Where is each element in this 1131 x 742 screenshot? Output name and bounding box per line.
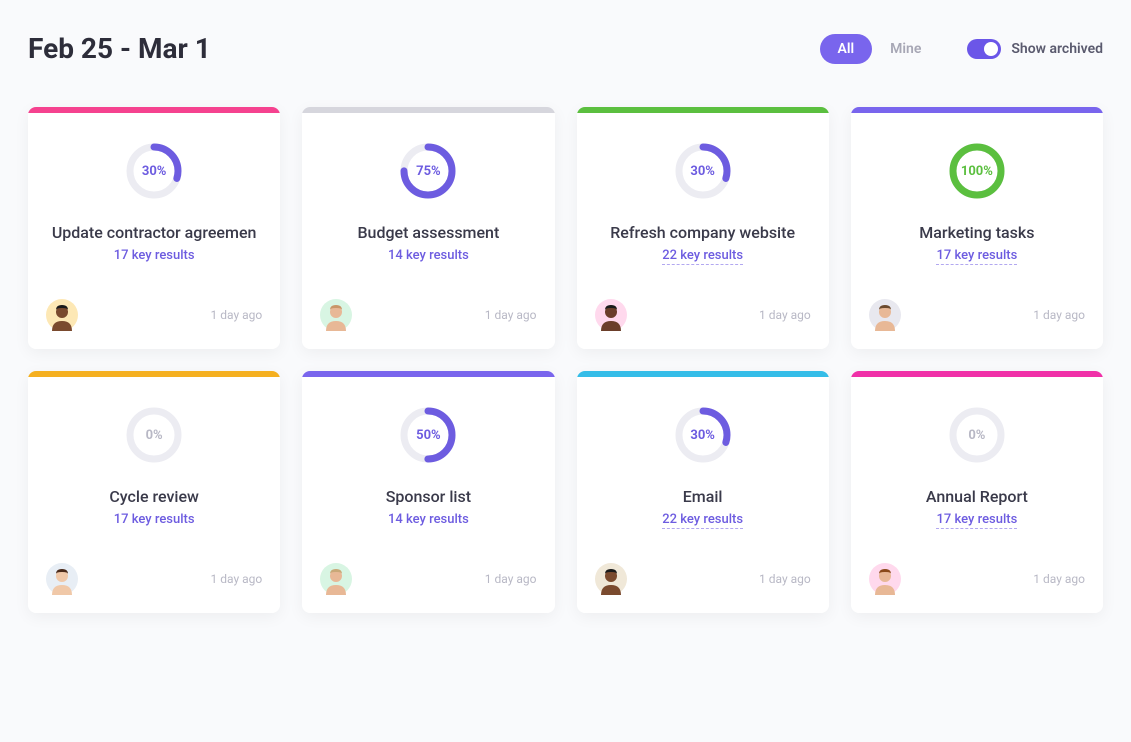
card-footer: 1 day ago [577, 563, 829, 613]
card-timestamp: 1 day ago [1033, 572, 1085, 586]
card-footer: 1 day ago [851, 299, 1103, 349]
card-footer: 1 day ago [302, 563, 554, 613]
card-timestamp: 1 day ago [759, 308, 811, 322]
progress-text: 75% [398, 141, 458, 201]
card-title: Marketing tasks [919, 223, 1034, 242]
card-timestamp: 1 day ago [759, 572, 811, 586]
objective-card[interactable]: 30% Email 22 key results 1 day ago [577, 371, 829, 613]
card-body: 30% Update contractor agreemen 17 key re… [28, 113, 280, 299]
progress-ring: 100% [947, 141, 1007, 201]
avatar[interactable] [46, 563, 78, 595]
card-timestamp: 1 day ago [211, 308, 263, 322]
card-key-results[interactable]: 22 key results [662, 512, 743, 529]
card-key-results[interactable]: 17 key results [936, 248, 1017, 265]
card-footer: 1 day ago [577, 299, 829, 349]
progress-ring: 30% [673, 405, 733, 465]
card-title: Update contractor agreemen [52, 223, 257, 242]
progress-text: 100% [947, 141, 1007, 201]
card-key-results: 14 key results [388, 512, 469, 527]
progress-text: 0% [947, 405, 1007, 465]
card-key-results[interactable]: 22 key results [662, 248, 743, 265]
card-footer: 1 day ago [851, 563, 1103, 613]
card-key-results[interactable]: 17 key results [936, 512, 1017, 529]
header-controls: All Mine Show archived [820, 34, 1104, 64]
avatar[interactable] [869, 563, 901, 595]
avatar[interactable] [595, 299, 627, 331]
card-footer: 1 day ago [302, 299, 554, 349]
date-range-title: Feb 25 - Mar 1 [28, 32, 211, 65]
card-timestamp: 1 day ago [485, 572, 537, 586]
card-timestamp: 1 day ago [211, 572, 263, 586]
progress-text: 30% [124, 141, 184, 201]
filter-all-button[interactable]: All [820, 34, 873, 64]
progress-text: 30% [673, 405, 733, 465]
objective-card[interactable]: 30% Refresh company website 22 key resul… [577, 107, 829, 349]
card-title: Cycle review [109, 487, 199, 506]
card-title: Refresh company website [610, 223, 795, 242]
progress-text: 50% [398, 405, 458, 465]
card-body: 30% Email 22 key results [577, 377, 829, 563]
card-timestamp: 1 day ago [485, 308, 537, 322]
avatar[interactable] [869, 299, 901, 331]
archived-toggle-label: Show archived [1011, 41, 1103, 57]
avatar[interactable] [320, 563, 352, 595]
progress-text: 30% [673, 141, 733, 201]
progress-ring: 50% [398, 405, 458, 465]
card-timestamp: 1 day ago [1033, 308, 1085, 322]
card-footer: 1 day ago [28, 563, 280, 613]
archived-toggle-wrap: Show archived [967, 39, 1103, 59]
card-title: Budget assessment [357, 223, 499, 242]
progress-ring: 75% [398, 141, 458, 201]
avatar[interactable] [46, 299, 78, 331]
filter-mine-button[interactable]: Mine [872, 34, 939, 64]
objective-card[interactable]: 30% Update contractor agreemen 17 key re… [28, 107, 280, 349]
progress-ring: 0% [947, 405, 1007, 465]
card-key-results: 14 key results [388, 248, 469, 263]
card-body: 0% Annual Report 17 key results [851, 377, 1103, 563]
avatar[interactable] [595, 563, 627, 595]
filter-pills: All Mine [820, 34, 940, 64]
card-body: 30% Refresh company website 22 key resul… [577, 113, 829, 299]
objective-card[interactable]: 50% Sponsor list 14 key results 1 day ag… [302, 371, 554, 613]
objective-card[interactable]: 0% Annual Report 17 key results 1 day ag… [851, 371, 1103, 613]
card-title: Sponsor list [386, 487, 471, 506]
objective-card[interactable]: 0% Cycle review 17 key results 1 day ago [28, 371, 280, 613]
avatar[interactable] [320, 299, 352, 331]
card-body: 0% Cycle review 17 key results [28, 377, 280, 563]
objective-card[interactable]: 100% Marketing tasks 17 key results 1 da… [851, 107, 1103, 349]
card-title: Email [683, 487, 723, 506]
card-key-results: 17 key results [114, 512, 195, 527]
card-body: 50% Sponsor list 14 key results [302, 377, 554, 563]
card-key-results: 17 key results [114, 248, 195, 263]
card-title: Annual Report [926, 487, 1028, 506]
card-footer: 1 day ago [28, 299, 280, 349]
progress-text: 0% [124, 405, 184, 465]
progress-ring: 0% [124, 405, 184, 465]
card-grid: 30% Update contractor agreemen 17 key re… [28, 107, 1103, 613]
card-body: 75% Budget assessment 14 key results [302, 113, 554, 299]
progress-ring: 30% [673, 141, 733, 201]
archived-toggle[interactable] [967, 39, 1001, 59]
objective-card[interactable]: 75% Budget assessment 14 key results 1 d… [302, 107, 554, 349]
card-body: 100% Marketing tasks 17 key results [851, 113, 1103, 299]
progress-ring: 30% [124, 141, 184, 201]
